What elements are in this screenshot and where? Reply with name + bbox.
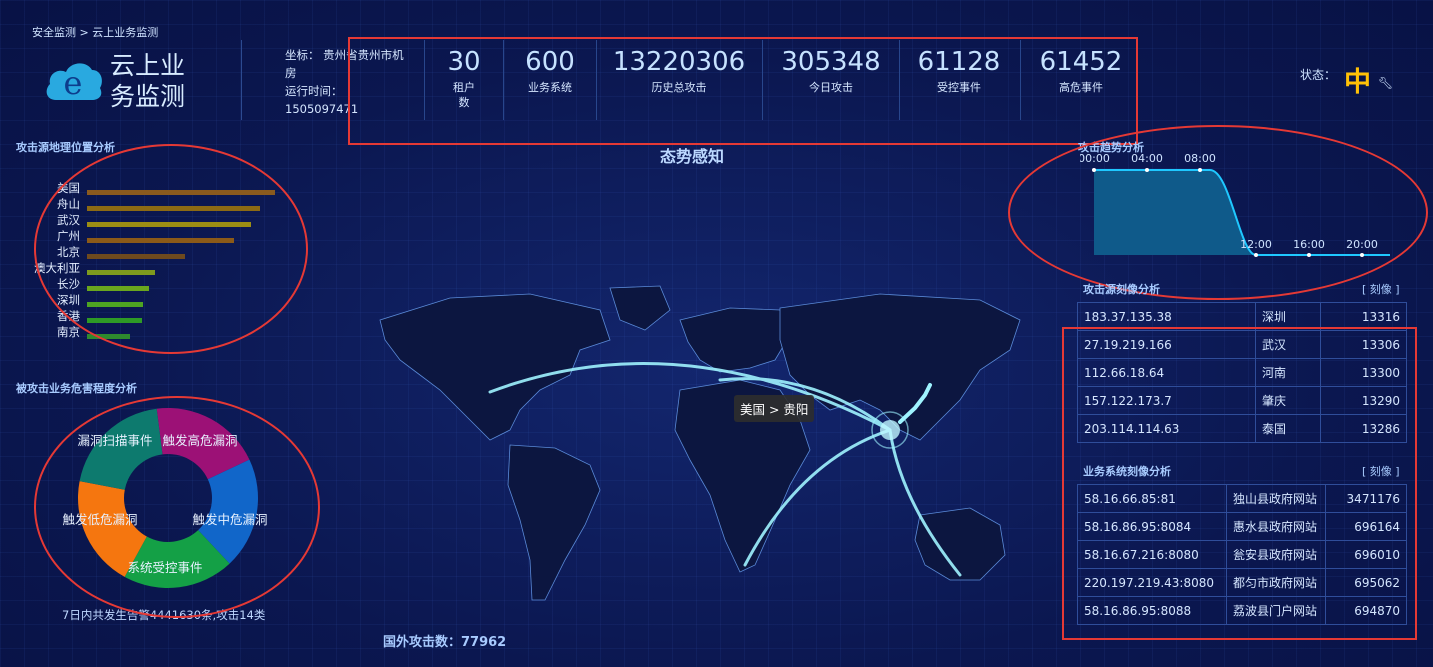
south-america-shape: [507, 444, 601, 601]
status-label: 状态：: [1300, 68, 1337, 82]
geo-title: 攻击源地理位置分析: [16, 141, 115, 154]
source-profile-tag[interactable]: [ 刻像 ]: [1362, 281, 1400, 297]
geo-highlight-ellipse: [34, 144, 308, 354]
status-value: 中: [1344, 67, 1371, 98]
foreign-attack-count: 国外攻击数：77962: [383, 635, 507, 650]
north-america-shape: [379, 293, 611, 441]
svg-text:e: e: [64, 64, 83, 102]
cloud-logo-icon: e: [46, 63, 102, 102]
greenland-shape: [609, 285, 671, 331]
breadcrumb-home[interactable]: 安全监测: [32, 26, 76, 39]
harm-title: 被攻击业务危害程度分析: [16, 382, 137, 395]
wrench-icon[interactable]: 🔧︎: [1378, 76, 1393, 90]
europe-shape: [679, 307, 791, 373]
world-map[interactable]: [360, 280, 1040, 620]
stats-highlight-box: [348, 37, 1138, 145]
geo-bar-label: 南京: [57, 325, 80, 339]
source-profile-title: 攻击源刻像分析: [1083, 283, 1160, 296]
map-title: 态势感知: [660, 147, 725, 166]
tables-highlight-box: [1062, 327, 1417, 640]
harm-highlight-ellipse: [34, 396, 320, 618]
trend-highlight-ellipse: [1008, 125, 1428, 300]
breadcrumb-current[interactable]: 云上业务监测: [92, 26, 158, 39]
australia-shape: [914, 507, 1006, 581]
header-divider: [241, 40, 242, 120]
asia-shape: [779, 293, 1021, 441]
breadcrumb: 安全监测 > 云上业务监测: [32, 26, 159, 39]
app-title: 云上业 务监测: [110, 51, 186, 111]
map-tooltip: 美国 > 贵阳: [734, 395, 815, 422]
target-node: [880, 420, 900, 440]
